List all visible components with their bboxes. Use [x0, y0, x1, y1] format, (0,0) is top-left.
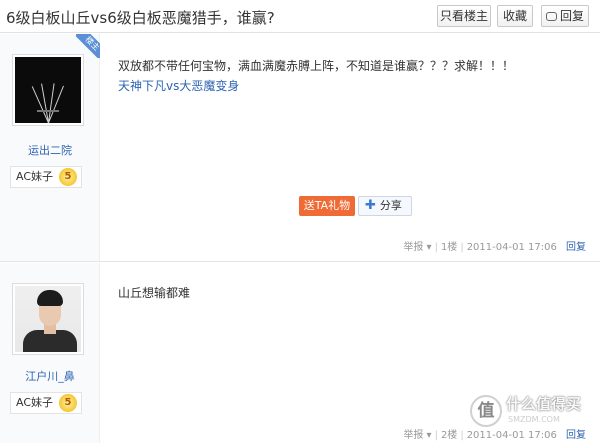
avatar-bar: [37, 110, 59, 112]
thread-header: 6级白板山丘vs6级白板恶魔猎手，谁赢? 只看楼主 收藏 回复: [0, 0, 600, 33]
report-dropdown-icon[interactable]: ▾: [427, 430, 432, 441]
avatar[interactable]: [12, 283, 84, 355]
reply-button-label: 回复: [559, 9, 584, 23]
floor-number: 1楼: [440, 242, 458, 253]
op-ribbon: 楼主: [76, 34, 100, 58]
reply-icon: [545, 12, 557, 21]
post-text-line: 双放都不带任何宝物，满血满魔赤膊上阵，不知道是谁赢？？？求解！！！: [118, 59, 515, 73]
post-1: 运出二院 AC妹子 5 楼主 双放都不带任何宝物，满血满魔赤膊上阵，不知道是谁赢…: [0, 34, 600, 262]
rank-badge: AC妹子 5: [10, 166, 82, 188]
post-text-line: 天神下凡vs大恶魔变身: [118, 79, 240, 93]
share-label: 分享: [379, 199, 402, 212]
watermark-text: 什么值得买: [506, 395, 582, 413]
divider: |: [434, 430, 438, 441]
rank-label: AC妹子: [16, 170, 54, 183]
rank-label: AC妹子: [16, 396, 54, 409]
author-panel: 运出二院 AC妹子 5: [0, 34, 100, 261]
divider: |: [460, 242, 464, 253]
watermark-subtext: SMZDM.COM: [508, 415, 560, 424]
share-button[interactable]: ✚ 分享: [358, 196, 412, 216]
send-gift-button[interactable]: 送TA礼物: [299, 196, 355, 216]
floor-number: 2楼: [440, 430, 458, 441]
post-meta: 举报 ▾ | 1楼 | 2011-04-01 17:06 回复: [403, 238, 586, 253]
post-time: 2011-04-01 17:06: [466, 242, 557, 253]
thread-title: 6级白板山丘vs6级白板恶魔猎手，谁赢?: [6, 9, 275, 27]
level-badge-icon: 5: [59, 168, 77, 186]
author-name[interactable]: 运出二院: [0, 142, 100, 158]
watermark-logo-icon: 值: [470, 395, 502, 427]
author-panel: 江户川_鼻 AC妹子 5: [0, 263, 100, 443]
op-ribbon-label: 楼主: [76, 34, 100, 58]
share-plus-icon: ✚: [365, 198, 376, 213]
report-dropdown-icon[interactable]: ▾: [427, 242, 432, 253]
divider: |: [460, 430, 464, 441]
divider: |: [434, 242, 438, 253]
only-op-button[interactable]: 只看楼主: [437, 5, 491, 27]
avatar-image: [15, 286, 81, 352]
favorite-button[interactable]: 收藏: [497, 5, 533, 27]
post-text-line: 山丘想输都难: [118, 286, 191, 300]
reply-link[interactable]: 回复: [566, 242, 586, 253]
avatar[interactable]: [12, 54, 84, 126]
rank-badge: AC妹子 5: [10, 392, 82, 414]
avatar-image: [15, 57, 81, 123]
report-link[interactable]: 举报: [403, 430, 423, 441]
level-badge-icon: 5: [59, 394, 77, 412]
report-link[interactable]: 举报: [403, 242, 423, 253]
site-watermark: 值 什么值得买 SMZDM.COM: [470, 393, 594, 433]
avatar-hair: [37, 290, 63, 306]
author-name[interactable]: 江户川_鼻: [0, 368, 100, 384]
reply-button[interactable]: 回复: [541, 5, 589, 27]
